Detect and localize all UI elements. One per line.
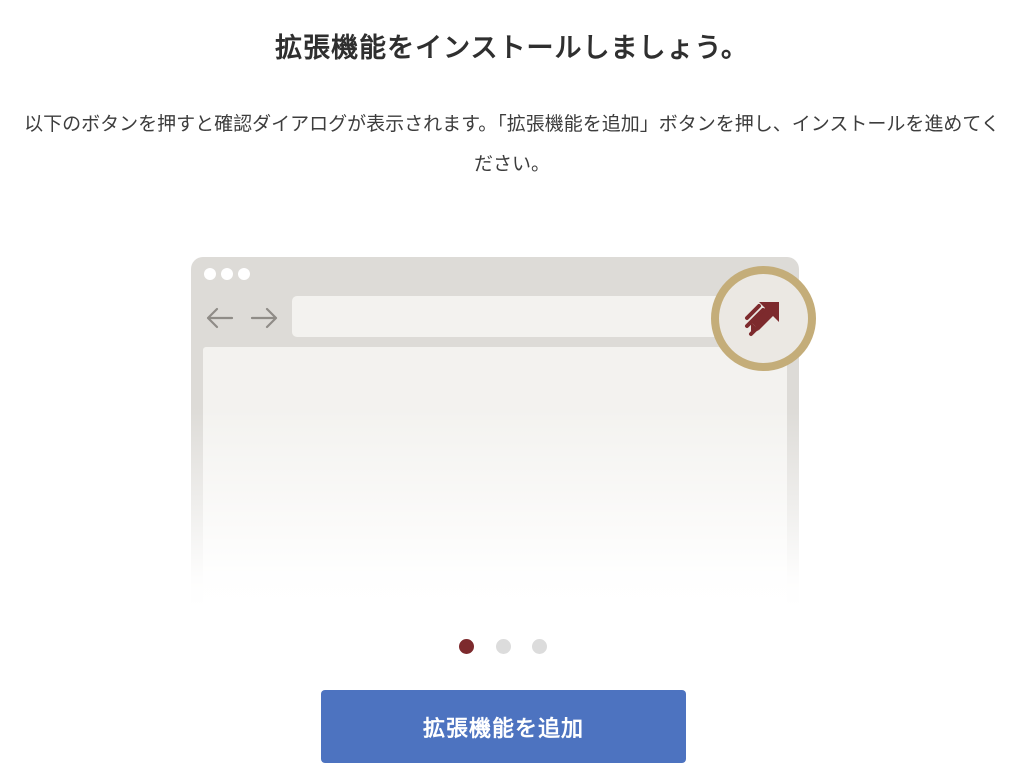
page-title: 拡張機能をインストールしましょう。 [275, 33, 749, 64]
install-extension-page: 拡張機能をインストールしましょう。 以下のボタンを押すと確認ダイアログが表示され… [0, 0, 1024, 777]
carousel-dot[interactable] [496, 639, 511, 654]
arrow-left-icon [206, 307, 234, 329]
carousel-dot-active[interactable] [459, 639, 474, 654]
fade-overlay [187, 407, 803, 609]
carousel-dot[interactable] [532, 639, 547, 654]
add-extension-button[interactable]: 拡張機能を追加 [321, 690, 686, 763]
extension-highlight-ring [711, 266, 816, 371]
arrow-right-icon [250, 307, 278, 329]
instruction-text: 以下のボタンを押すと確認ダイアログが表示されます。「拡張機能を追加」ボタンを押し… [24, 113, 1000, 175]
browser-illustration [187, 257, 816, 609]
carousel-indicator [459, 639, 559, 655]
address-bar [292, 296, 762, 337]
window-dot-icon [238, 268, 250, 280]
window-dot-icon [204, 268, 216, 280]
window-dot-icon [221, 268, 233, 280]
extension-hand-arrow-icon [745, 302, 779, 336]
